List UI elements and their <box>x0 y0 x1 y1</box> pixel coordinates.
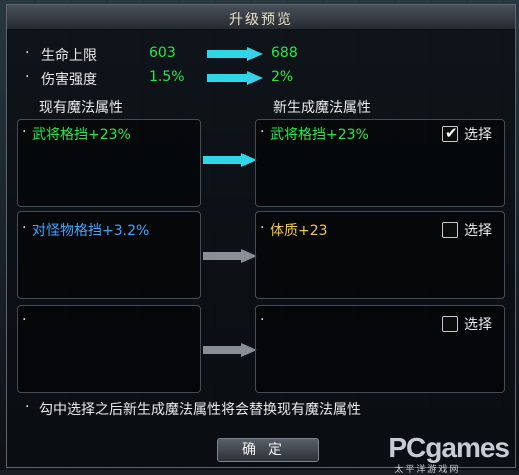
arrow-right-icon <box>207 47 263 61</box>
stat-next-hp: 688 <box>271 45 298 61</box>
stat-current-damage: 1.5% <box>149 69 185 85</box>
new-attribute-box-2[interactable]: · 体质+23 选择 <box>255 211 505 299</box>
stat-label-hp: 生命上限 <box>41 48 97 64</box>
arrow-right-icon <box>203 249 257 263</box>
select-label-3[interactable]: 选择 <box>464 314 492 334</box>
bullet: · <box>260 220 265 236</box>
bullet: · <box>25 69 30 85</box>
header-current-magic: 现有魔法属性 <box>39 100 123 116</box>
bullet: · <box>22 124 27 140</box>
bullet: · <box>22 312 27 328</box>
current-attribute-2: 对怪物格挡+3.2% <box>32 223 150 239</box>
arrow-right-icon <box>207 71 263 85</box>
select-checkbox-2[interactable] <box>442 222 458 238</box>
current-attribute-box-2: · 对怪物格挡+3.2% <box>17 211 201 299</box>
pcgames-watermark-logo: PCgames 太平洋游戏网 <box>388 432 510 474</box>
new-attribute-box-1[interactable]: · 武将格挡+23% ✔ 选择 <box>255 119 505 207</box>
arrow-right-icon <box>203 343 257 357</box>
current-attribute-box-1: · 武将格挡+23% <box>17 119 201 207</box>
select-label-1[interactable]: 选择 <box>464 124 492 144</box>
new-attribute-1: 武将格挡+23% <box>270 127 369 143</box>
stat-label-damage: 伤害强度 <box>41 72 97 88</box>
watermark-text: PCgames <box>388 432 510 463</box>
new-attribute-2: 体质+23 <box>270 223 328 239</box>
arrow-right-icon <box>203 153 257 167</box>
confirm-button[interactable]: 确定 <box>217 438 319 462</box>
select-checkbox-3[interactable] <box>442 316 458 332</box>
dialog-title: 升级预览 <box>229 12 293 28</box>
header-new-magic: 新生成魔法属性 <box>273 100 371 116</box>
checkmark-icon: ✔ <box>445 124 458 142</box>
current-attribute-box-3: · <box>17 305 201 393</box>
stat-next-damage: 2% <box>271 69 294 85</box>
stat-current-hp: 603 <box>149 45 176 61</box>
bullet: · <box>25 399 30 415</box>
select-label-2[interactable]: 选择 <box>464 220 492 240</box>
replace-note: 勾中选择之后新生成魔法属性将会替换现有魔法属性 <box>39 402 361 418</box>
current-attribute-1: 武将格挡+23% <box>32 127 131 143</box>
bullet: · <box>25 45 30 61</box>
bullet: · <box>22 220 27 236</box>
watermark-subtext: 太平洋游戏网 <box>394 464 461 474</box>
upgrade-preview-dialog: 升级预览 · 生命上限 603 688 · 伤害强度 1.5% 2% 现有魔法属… <box>6 4 516 468</box>
bullet: · <box>260 124 265 140</box>
bullet: · <box>260 312 265 328</box>
title-bar: 升级预览 <box>7 5 515 30</box>
select-checkbox-1[interactable]: ✔ <box>442 124 458 142</box>
new-attribute-box-3[interactable]: · 选择 <box>255 305 505 393</box>
